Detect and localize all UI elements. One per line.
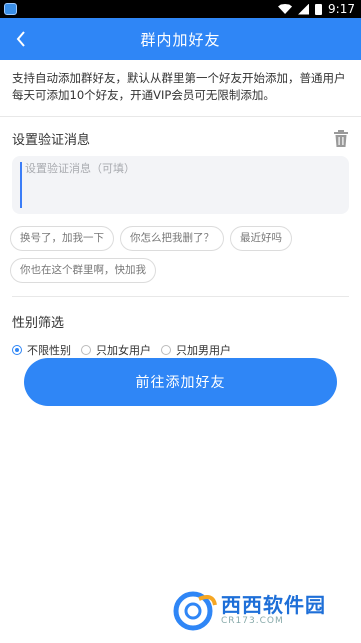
radio-unchecked-icon	[161, 345, 171, 355]
verify-message-box	[12, 156, 349, 214]
trash-icon[interactable]	[333, 130, 349, 147]
watermark-text: 西西软件园	[221, 593, 326, 617]
page-title: 群内加好友	[140, 30, 221, 49]
back-button[interactable]	[10, 28, 32, 50]
verify-section-header: 设置验证消息	[0, 117, 361, 148]
gender-option-label: 不限性别	[27, 344, 71, 357]
watermark: 西西软件园 CR173.COM	[173, 589, 343, 631]
watermark-subtext: CR173.COM	[221, 616, 284, 626]
suggestion-chip[interactable]: 换号了，加我一下	[10, 226, 114, 251]
watermark-logo-icon	[173, 591, 217, 631]
gender-filter-title: 性别筛选	[12, 316, 65, 331]
suggestion-chip[interactable]: 你也在这个群里啊，快加我	[10, 258, 156, 283]
gender-option-label: 只加男用户	[176, 344, 231, 357]
verify-title: 设置验证消息	[12, 133, 91, 148]
app-notification-icon	[4, 3, 17, 15]
gender-option-female[interactable]: 只加女用户	[81, 342, 151, 358]
chevron-left-icon	[16, 31, 25, 47]
battery-icon	[315, 3, 323, 15]
radio-checked-icon	[12, 345, 22, 355]
suggestion-chip[interactable]: 最近好吗	[230, 226, 292, 251]
suggestion-chip[interactable]: 你怎么把我删了？	[120, 226, 224, 251]
add-friends-button[interactable]: 前往添加好友	[24, 358, 337, 406]
gender-radio-group: 不限性别 只加女用户 只加男用户	[0, 331, 361, 358]
wifi-icon	[278, 4, 293, 14]
gender-option-label: 只加女用户	[96, 344, 151, 357]
feature-description: 支持自动添加群好友，默认从群里第一个好友开始添加，普通用户每天可添加10个好友，…	[0, 60, 361, 117]
signal-icon	[298, 3, 310, 15]
radio-unchecked-icon	[81, 345, 91, 355]
gender-option-any[interactable]: 不限性别	[12, 342, 71, 358]
top-navbar: 群内加好友	[0, 18, 361, 60]
status-bar: 9:17	[0, 0, 361, 18]
suggestion-chips: 换号了，加我一下 你怎么把我删了？ 最近好吗 你也在这个群里啊，快加我	[0, 214, 361, 283]
verify-message-input[interactable]	[20, 162, 341, 208]
status-time: 9:17	[328, 2, 355, 16]
gender-option-male[interactable]: 只加男用户	[161, 342, 231, 358]
